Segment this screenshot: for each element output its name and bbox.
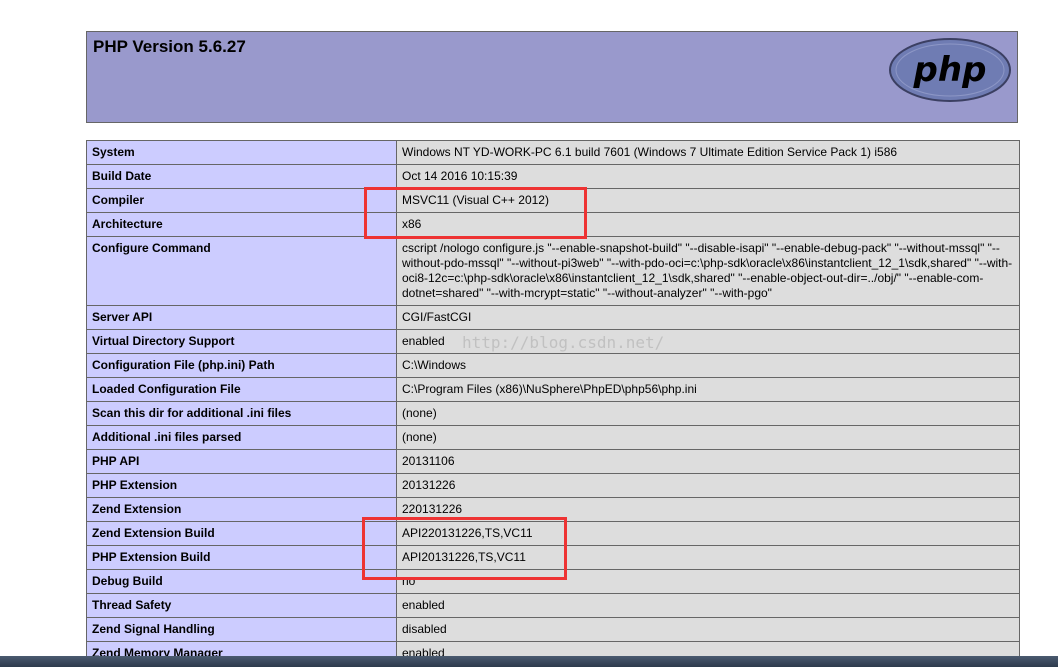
info-value: Oct 14 2016 10:15:39	[396, 164, 1020, 189]
info-row: Scan this dir for additional .ini files(…	[86, 401, 1020, 426]
php-info-table: System Windows NT YD-WORK-PC 6.1 build 76…	[86, 140, 1020, 666]
info-key: Virtual Directory Support	[86, 329, 397, 354]
info-row: Zend Signal Handling disabled	[86, 617, 1020, 642]
taskbar	[0, 656, 1058, 667]
info-key: Scan this dir for additional .ini files	[86, 401, 397, 426]
info-row: System Windows NT YD-WORK-PC 6.1 build 76…	[86, 140, 1020, 165]
info-value: C:\Program Files (x86)\NuSphere\PhpED\ph…	[396, 377, 1020, 402]
info-value: Windows NT YD-WORK-PC 6.1 build 7601 (Wi…	[396, 140, 1020, 165]
php-version-header: PHP Version 5.6.27 php	[86, 31, 1018, 123]
info-key: Build Date	[86, 164, 397, 189]
info-key: Configure Command	[86, 236, 397, 306]
info-value: (none)	[396, 401, 1020, 426]
info-row: Configure Command cscript /nologo configu…	[86, 236, 1020, 306]
info-value: 20131106	[396, 449, 1020, 474]
info-row: Build Date Oct 14 2016 10:15:39	[86, 164, 1020, 189]
info-row: Additional .ini files parsed (none)	[86, 425, 1020, 450]
info-key: Additional .ini files parsed	[86, 425, 397, 450]
php-logo: php	[889, 38, 1011, 102]
info-value: enabled	[396, 329, 1020, 354]
info-key: Thread Safety	[86, 593, 397, 618]
info-row: Debug Build no	[86, 569, 1020, 594]
info-key: Loaded Configuration File	[86, 377, 397, 402]
info-row: Zend Extension 220131226	[86, 497, 1020, 522]
info-key: Zend Signal Handling	[86, 617, 397, 642]
info-row: Architecture x86	[86, 212, 1020, 237]
info-value: x86	[396, 212, 1020, 237]
info-value: CGI/FastCGI	[396, 305, 1020, 330]
info-row: PHP Extension 20131226	[86, 473, 1020, 498]
info-key: PHP API	[86, 449, 397, 474]
info-key: Server API	[86, 305, 397, 330]
info-key: PHP Extension	[86, 473, 397, 498]
info-key: Configuration File (php.ini) Path	[86, 353, 397, 378]
info-row: PHP API 20131106	[86, 449, 1020, 474]
info-row: PHP Extension Build API20131226,TS,VC11	[86, 545, 1020, 570]
info-row: Server API CGI/FastCGI	[86, 305, 1020, 330]
info-key: PHP Extension Build	[86, 545, 397, 570]
info-row: Zend Extension Build API220131226,TS,VC11	[86, 521, 1020, 546]
info-value: no	[396, 569, 1020, 594]
info-row: Compiler MSVC11 (Visual C++ 2012)	[86, 188, 1020, 213]
info-row: Configuration File (php.ini) Path C:\Wind…	[86, 353, 1020, 378]
info-value: enabled	[396, 593, 1020, 618]
info-value: (none)	[396, 425, 1020, 450]
php-logo-text: php	[913, 50, 987, 90]
info-key: Zend Extension	[86, 497, 397, 522]
info-row: Thread Safety enabled	[86, 593, 1020, 618]
info-value: disabled	[396, 617, 1020, 642]
info-value: MSVC11 (Visual C++ 2012)	[396, 188, 1020, 213]
info-key: Zend Extension Build	[86, 521, 397, 546]
info-key: Compiler	[86, 188, 397, 213]
info-key: Architecture	[86, 212, 397, 237]
info-value: 20131226	[396, 473, 1020, 498]
info-key: Debug Build	[86, 569, 397, 594]
info-value: API220131226,TS,VC11	[396, 521, 1020, 546]
info-value: C:\Windows	[396, 353, 1020, 378]
page-title: PHP Version 5.6.27	[93, 37, 246, 56]
info-value: 220131226	[396, 497, 1020, 522]
info-row: Loaded Configuration File C:\Program File…	[86, 377, 1020, 402]
info-value: API20131226,TS,VC11	[396, 545, 1020, 570]
info-value: cscript /nologo configure.js "--enable-s…	[396, 236, 1020, 306]
info-row: Virtual Directory Support enabled	[86, 329, 1020, 354]
info-key: System	[86, 140, 397, 165]
